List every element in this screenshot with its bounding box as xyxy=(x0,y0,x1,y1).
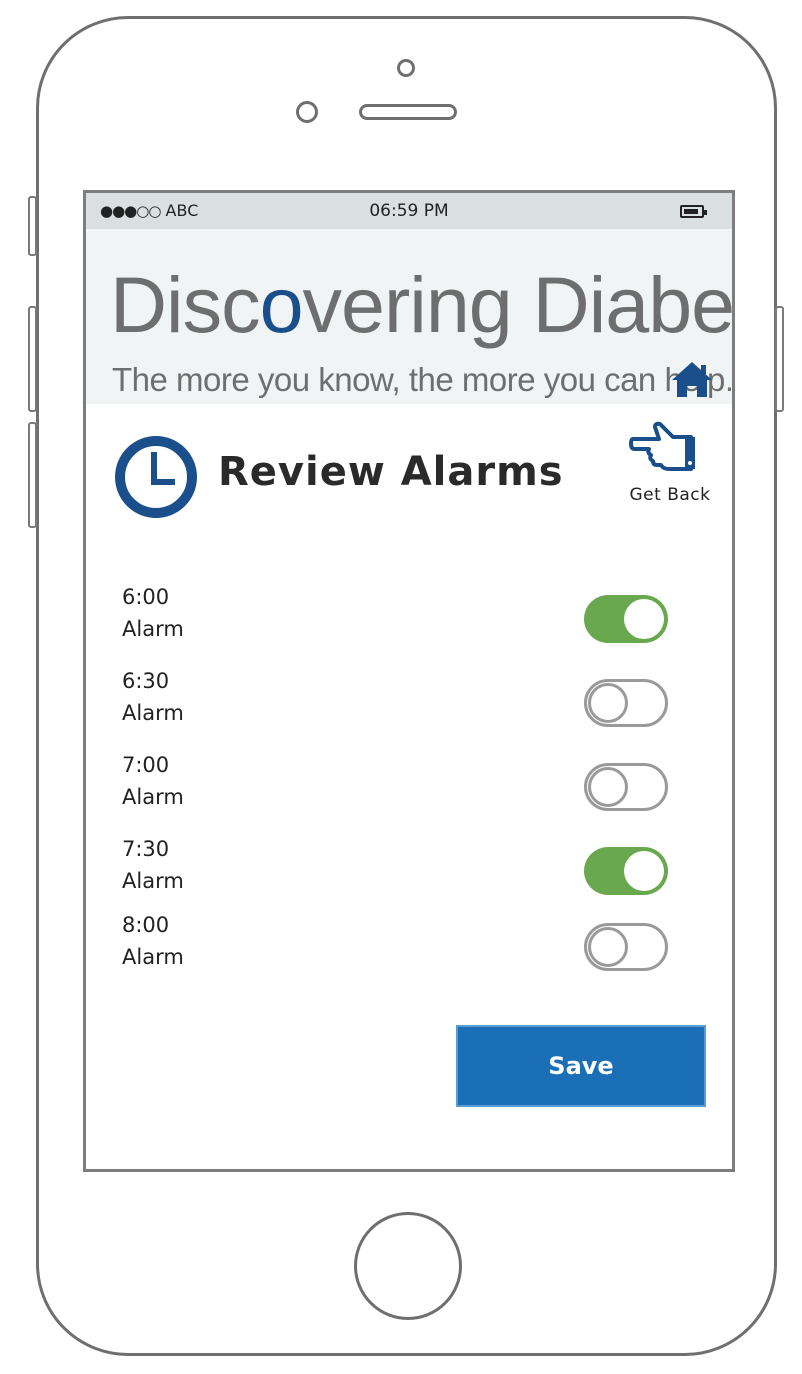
home-button[interactable] xyxy=(354,1212,462,1320)
toggle-knob xyxy=(588,683,628,723)
front-camera xyxy=(397,59,415,77)
app-title-part: Disc xyxy=(110,260,261,349)
alarm-row: 7:00 Alarm xyxy=(122,749,682,813)
clock-icon xyxy=(115,436,197,518)
toggle-knob xyxy=(624,851,664,891)
get-back-label: Get Back xyxy=(629,485,711,505)
alarm-row: 6:30 Alarm xyxy=(122,665,682,729)
app-title: Discovering Diabetes xyxy=(110,265,732,344)
screen: ●●●○○ ABC 06:59 PM Discovering Diabetes … xyxy=(83,190,735,1172)
volume-up-button xyxy=(28,306,37,412)
home-icon[interactable] xyxy=(670,359,714,399)
alarm-toggle[interactable] xyxy=(584,595,668,643)
status-bar: ●●●○○ ABC 06:59 PM xyxy=(86,193,732,229)
alarm-toggle[interactable] xyxy=(584,923,668,971)
alarm-row: 6:00 Alarm xyxy=(122,581,682,645)
silent-switch xyxy=(28,196,37,256)
battery-icon xyxy=(680,205,707,218)
alarm-toggle[interactable] xyxy=(584,763,668,811)
alarm-row: 8:00 Alarm xyxy=(122,909,682,973)
toggle-knob xyxy=(588,767,628,807)
alarm-toggle[interactable] xyxy=(584,847,668,895)
toggle-knob xyxy=(624,599,664,639)
volume-down-button xyxy=(28,422,37,528)
get-back-button[interactable]: Get Back xyxy=(622,421,718,513)
proximity-sensor xyxy=(296,101,318,123)
app-title-part: vering Diabetes xyxy=(302,260,735,349)
app-banner: Discovering Diabetes The more you know, … xyxy=(86,229,732,404)
page-title: Review Alarms xyxy=(218,449,564,495)
alarm-toggle[interactable] xyxy=(584,679,668,727)
app-tagline: The more you know, the more you can help… xyxy=(112,361,734,398)
power-button xyxy=(775,306,784,412)
app-title-logo-o: o xyxy=(259,260,304,349)
toggle-knob xyxy=(588,927,628,967)
status-time: 06:59 PM xyxy=(369,201,449,221)
save-button[interactable]: Save xyxy=(456,1025,706,1107)
alarm-row: 7:30 Alarm xyxy=(122,833,682,897)
pointing-hand-icon xyxy=(629,421,695,471)
earpiece-speaker xyxy=(359,104,457,120)
